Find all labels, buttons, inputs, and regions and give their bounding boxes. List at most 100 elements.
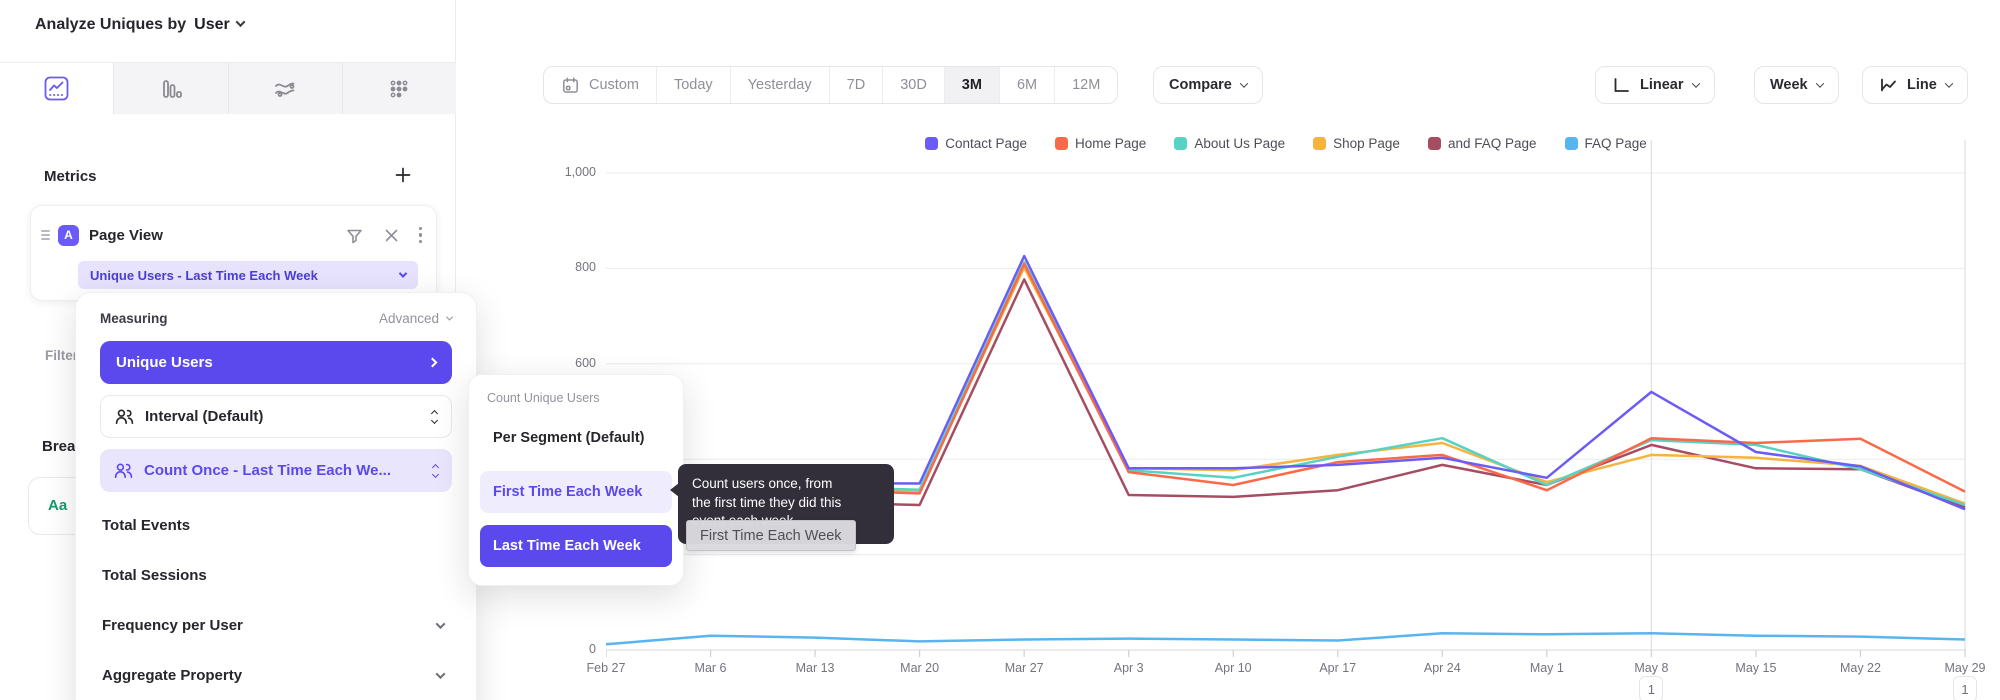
metrics-heading: Metrics bbox=[44, 168, 97, 185]
advanced-toggle[interactable]: Advanced bbox=[379, 311, 452, 326]
compare-label: Compare bbox=[1169, 77, 1232, 93]
submenu-item-first-time-each-week[interactable]: First Time Each Week bbox=[480, 471, 672, 513]
grid-dots-icon bbox=[386, 76, 412, 102]
annotation-badge[interactable]: 1 bbox=[1953, 676, 1977, 700]
interval-selector-button[interactable]: Week bbox=[1754, 66, 1839, 104]
chevron-down-icon bbox=[436, 619, 446, 629]
submenu-heading: Count Unique Users bbox=[480, 389, 672, 405]
menu-item-total-sessions[interactable]: Total Sessions bbox=[100, 550, 452, 600]
filter-funnel-icon[interactable] bbox=[345, 226, 364, 245]
menu-item-label: Aggregate Property bbox=[102, 667, 242, 684]
y-axis-tick-label: 600 bbox=[540, 356, 596, 370]
y-axis-tick-label: 1,000 bbox=[540, 165, 596, 179]
scale-value: Linear bbox=[1640, 77, 1684, 93]
tooltip-text-line: Count users once, from bbox=[692, 475, 880, 494]
line-style-icon bbox=[1878, 75, 1898, 95]
entity-value: User bbox=[194, 16, 230, 34]
count-once-option[interactable]: Count Once - Last Time Each We... bbox=[100, 449, 452, 492]
add-metric-button[interactable] bbox=[394, 166, 412, 187]
compare-button[interactable]: Compare bbox=[1153, 66, 1263, 104]
chart-type-tabs bbox=[0, 62, 456, 114]
tab-flow-chart[interactable] bbox=[229, 63, 343, 114]
range-custom[interactable]: Custom bbox=[544, 67, 657, 103]
event-name[interactable]: Page View bbox=[89, 227, 345, 244]
close-icon[interactable] bbox=[383, 227, 400, 244]
menu-item-frequency-per-user[interactable]: Frequency per User bbox=[100, 600, 452, 650]
menu-item-aggregate-property[interactable]: Aggregate Property bbox=[100, 650, 452, 700]
x-axis-tick-label: Mar 6 bbox=[695, 661, 727, 675]
tooltip-arrow-icon bbox=[670, 483, 679, 497]
range-12m[interactable]: 12M bbox=[1055, 67, 1117, 103]
line-chart-plot[interactable] bbox=[606, 140, 1966, 660]
page-title: Analyze Uniques by User bbox=[35, 16, 244, 34]
range-custom-label: Custom bbox=[589, 77, 639, 93]
chevron-down-icon bbox=[1240, 79, 1248, 87]
line-chart-icon bbox=[43, 75, 70, 102]
analytics-app: Analyze Uniques by User bbox=[0, 0, 2000, 700]
count-unique-submenu: Count Unique Users Per Segment (Default)… bbox=[468, 374, 684, 586]
range-7d[interactable]: 7D bbox=[830, 67, 884, 103]
stepper-icon bbox=[433, 465, 438, 477]
tab-line-chart[interactable] bbox=[0, 63, 114, 114]
users-icon bbox=[114, 462, 133, 479]
chevron-down-icon bbox=[399, 269, 407, 277]
x-axis-tick-label: May 8 bbox=[1634, 661, 1668, 675]
submenu-item-last-time-each-week[interactable]: Last Time Each Week bbox=[480, 525, 672, 567]
series-line-faq-page[interactable] bbox=[606, 633, 1965, 644]
range-today[interactable]: Today bbox=[657, 67, 731, 103]
x-axis-tick-label: May 29 bbox=[1945, 661, 1986, 675]
chevron-down-icon bbox=[446, 314, 453, 321]
range-yesterday[interactable]: Yesterday bbox=[731, 67, 830, 103]
x-axis-tick-label: Apr 17 bbox=[1319, 661, 1356, 675]
linear-axes-icon bbox=[1611, 75, 1631, 95]
chevron-down-icon bbox=[436, 669, 446, 679]
submenu-item-per-segment-default-[interactable]: Per Segment (Default) bbox=[480, 417, 672, 459]
entity-dropdown[interactable]: User bbox=[194, 16, 244, 34]
x-axis-tick-label: Apr 10 bbox=[1215, 661, 1252, 675]
unique-users-option[interactable]: Unique Users bbox=[100, 341, 452, 384]
range-6m[interactable]: 6M bbox=[1000, 67, 1055, 103]
measuring-popup: Measuring Advanced Unique Users Interval… bbox=[75, 292, 477, 700]
drag-handle-icon[interactable] bbox=[41, 230, 50, 240]
chevron-down-icon bbox=[1815, 79, 1823, 87]
chevron-down-icon bbox=[1691, 79, 1699, 87]
x-axis-tick-label: May 15 bbox=[1735, 661, 1776, 675]
stepper-icon bbox=[432, 411, 437, 423]
range-30d[interactable]: 30D bbox=[883, 67, 945, 103]
x-axis-tick-label: Mar 13 bbox=[796, 661, 835, 675]
measure-selector-pill[interactable]: Unique Users - Last Time Each Week bbox=[78, 261, 418, 289]
x-axis-tick-label: May 1 bbox=[1530, 661, 1564, 675]
more-options-icon[interactable] bbox=[419, 227, 422, 243]
tooltip-text-line: the first time they did this bbox=[692, 494, 880, 513]
metrics-section-header: Metrics bbox=[44, 166, 412, 187]
measure-menu-list: Total Events Total Sessions Frequency per … bbox=[100, 500, 452, 700]
chart-style-selector-button[interactable]: Line bbox=[1862, 66, 1968, 104]
chevron-down-icon bbox=[1945, 79, 1953, 87]
x-axis-tick-label: Apr 3 bbox=[1114, 661, 1144, 675]
y-axis-tick-label: 800 bbox=[540, 260, 596, 274]
menu-item-label: Total Sessions bbox=[102, 567, 207, 584]
scale-selector-button[interactable]: Linear bbox=[1595, 66, 1715, 104]
menu-item-label: Total Events bbox=[102, 517, 190, 534]
interval-default-option[interactable]: Interval (Default) bbox=[100, 395, 452, 438]
range-3m[interactable]: 3M bbox=[945, 67, 1000, 103]
tab-bar-chart[interactable] bbox=[114, 63, 228, 114]
aa-property-label: Aa bbox=[48, 497, 67, 514]
y-axis-tick-label: 0 bbox=[540, 642, 596, 656]
users-icon bbox=[115, 408, 134, 425]
calendar-icon bbox=[561, 76, 580, 95]
menu-item-total-events[interactable]: Total Events bbox=[100, 500, 452, 550]
x-axis-tick-label: Apr 24 bbox=[1424, 661, 1461, 675]
bar-chart-icon bbox=[158, 76, 184, 102]
x-axis-tick-label: Feb 27 bbox=[587, 661, 626, 675]
drag-ghost-label: First Time Each Week bbox=[686, 520, 856, 551]
interval-default-label: Interval (Default) bbox=[145, 408, 263, 425]
x-axis-tick-label: Mar 27 bbox=[1005, 661, 1044, 675]
annotation-badge[interactable]: 1 bbox=[1639, 676, 1663, 700]
tab-scatter-grid[interactable] bbox=[343, 63, 456, 114]
x-axis-tick-label: May 22 bbox=[1840, 661, 1881, 675]
flow-chart-icon bbox=[272, 76, 298, 102]
chevron-down-icon bbox=[235, 17, 245, 27]
measuring-heading: Measuring bbox=[100, 311, 168, 326]
analyze-uniques-label: Analyze Uniques by bbox=[35, 16, 186, 34]
